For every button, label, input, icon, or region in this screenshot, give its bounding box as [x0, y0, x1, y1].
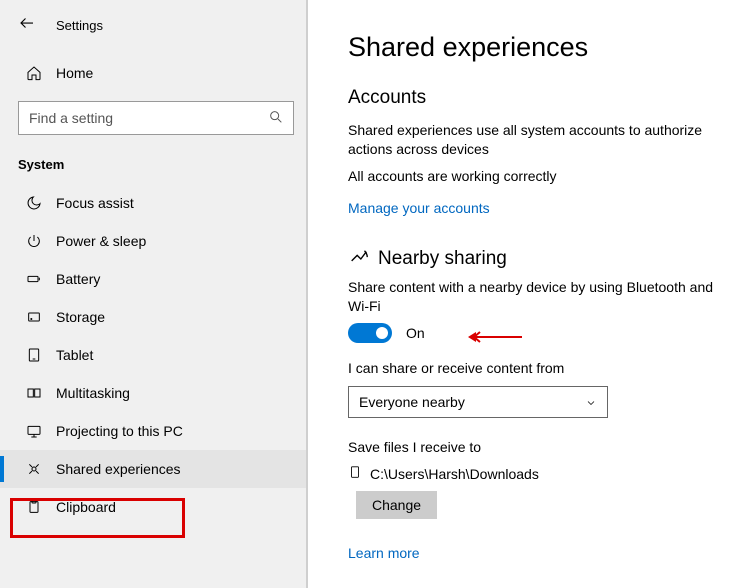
dropdown-value: Everyone nearby — [359, 394, 465, 410]
clipboard-icon — [26, 499, 42, 515]
accounts-body: Shared experiences use all system accoun… — [348, 121, 718, 159]
change-button[interactable]: Change — [356, 491, 437, 519]
tablet-icon — [26, 347, 42, 363]
receive-dropdown[interactable]: Everyone nearby — [348, 386, 608, 418]
battery-icon — [26, 271, 42, 287]
sidebar-item-label: Multitasking — [56, 385, 130, 401]
shared-icon — [26, 461, 42, 477]
learn-more-link[interactable]: Learn more — [348, 545, 420, 561]
accounts-heading: Accounts — [348, 87, 734, 109]
storage-icon — [26, 309, 42, 325]
sidebar-item-projecting[interactable]: Projecting to this PC — [0, 412, 306, 450]
search-icon — [268, 109, 284, 125]
nearby-sharing-toggle[interactable] — [348, 323, 392, 343]
sidebar-item-power-sleep[interactable]: Power & sleep — [0, 222, 306, 260]
page-title: Shared experiences — [348, 32, 734, 63]
sidebar-item-label: Tablet — [56, 347, 93, 363]
arrow-annotation — [466, 329, 522, 345]
sidebar-item-label: Clipboard — [56, 499, 116, 515]
save-label: Save files I receive to — [348, 438, 718, 457]
project-icon — [26, 423, 42, 439]
receive-label: I can share or receive content from — [348, 359, 718, 378]
sidebar-item-tablet[interactable]: Tablet — [0, 336, 306, 374]
nearby-share-icon — [348, 248, 370, 270]
save-path: C:\Users\Harsh\Downloads — [370, 466, 539, 482]
sidebar-section-label: System — [0, 151, 306, 184]
sidebar-item-label: Power & sleep — [56, 233, 146, 249]
home-icon — [26, 65, 42, 81]
power-icon — [26, 233, 42, 249]
sidebar-item-multitasking[interactable]: Multitasking — [0, 374, 306, 412]
sidebar-item-label: Focus assist — [56, 195, 134, 211]
nearby-heading: Nearby sharing — [378, 248, 507, 270]
sidebar-home[interactable]: Home — [0, 53, 306, 93]
moon-icon — [26, 195, 42, 211]
sidebar-item-clipboard[interactable]: Clipboard — [0, 488, 306, 526]
sidebar-item-focus-assist[interactable]: Focus assist — [0, 184, 306, 222]
device-icon — [348, 465, 362, 483]
toggle-state-label: On — [406, 325, 425, 341]
sidebar-item-label: Storage — [56, 309, 105, 325]
manage-accounts-link[interactable]: Manage your accounts — [348, 200, 490, 216]
sidebar-item-battery[interactable]: Battery — [0, 260, 306, 298]
sidebar-item-label: Projecting to this PC — [56, 423, 183, 439]
back-icon[interactable] — [18, 14, 36, 37]
accounts-status: All accounts are working correctly — [348, 167, 718, 186]
sidebar-item-label: Battery — [56, 271, 100, 287]
search-input[interactable] — [18, 101, 294, 135]
sidebar-home-label: Home — [56, 65, 93, 81]
window-title: Settings — [56, 18, 103, 33]
sidebar-item-storage[interactable]: Storage — [0, 298, 306, 336]
chevron-down-icon — [585, 396, 597, 408]
sidebar-item-shared-experiences[interactable]: Shared experiences — [0, 450, 306, 488]
multitask-icon — [26, 385, 42, 401]
sidebar-item-label: Shared experiences — [56, 461, 181, 477]
nearby-desc: Share content with a nearby device by us… — [348, 278, 718, 316]
